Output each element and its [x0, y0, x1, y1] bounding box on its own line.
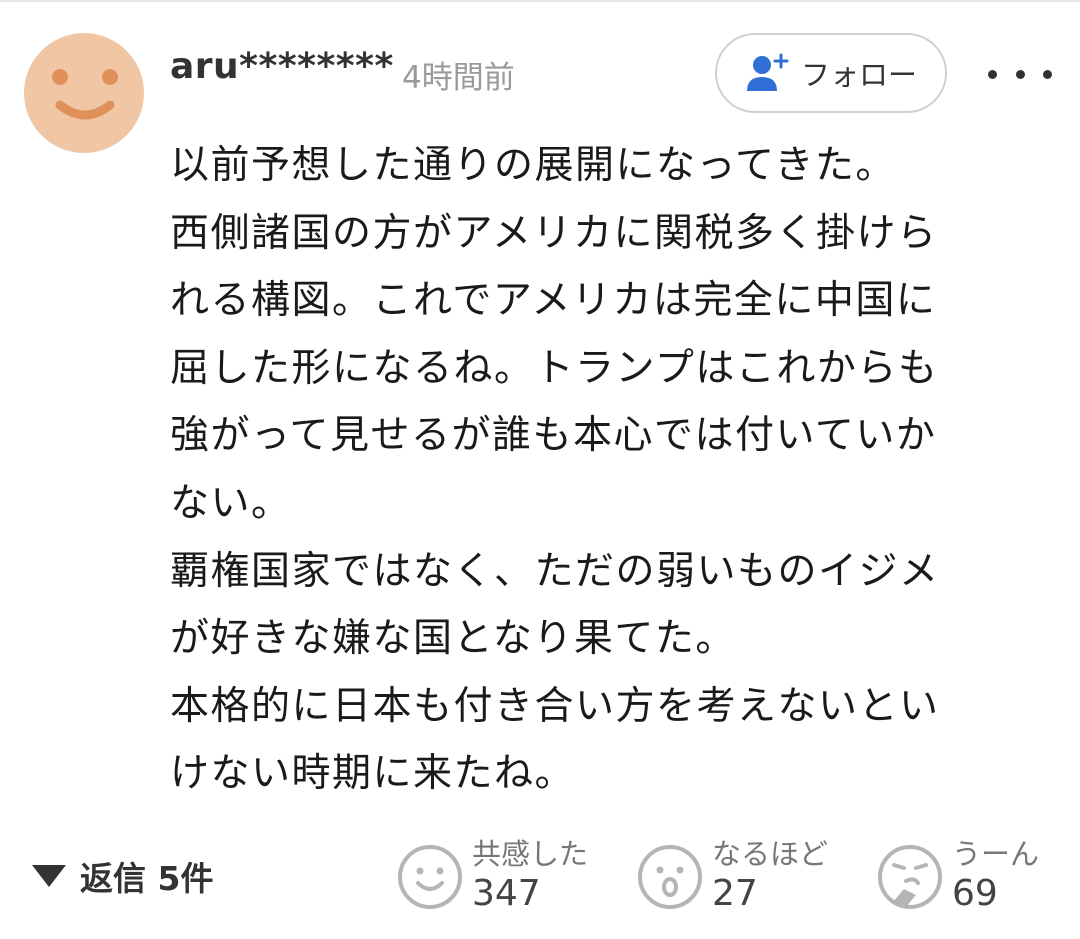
surprised-face-icon [638, 845, 702, 909]
more-dot-icon [1015, 69, 1025, 79]
reaction-label: 共感した [472, 837, 589, 871]
comment-line: 西側諸国の方がアメリカに関税多く掛けら [170, 210, 938, 256]
top-divider [0, 0, 1080, 8]
comment-line: けない時期に来たね。 [170, 751, 576, 797]
reaction-count: 347 [472, 873, 541, 914]
comment-line: 本格的に日本も付き合い方を考えないとい [170, 683, 940, 729]
timestamp: 4時間前 [402, 60, 515, 96]
more-dot-icon [1043, 69, 1052, 79]
comment-line: 以前予想した通りの展開になってきた。 [170, 143, 896, 188]
reaction-label: なるほど [712, 837, 829, 871]
smiley-avatar-icon [52, 69, 118, 120]
replies-toggle-button[interactable]: 返信 5件 [32, 852, 213, 900]
smile-face-icon [398, 845, 462, 909]
reaction-count: 27 [712, 873, 758, 914]
avatar[interactable] [24, 33, 144, 153]
reaction-empathize-button[interactable]: 共感した 347 [396, 832, 588, 922]
comment-line: 屈した形になるね。トランプはこれからも [170, 345, 939, 391]
username[interactable]: aru******** [170, 46, 394, 87]
reaction-count: 69 [952, 873, 998, 914]
more-options-button[interactable] [988, 58, 1052, 90]
caret-down-icon [32, 865, 66, 887]
follow-button[interactable]: フォロー [715, 33, 947, 113]
reaction-hmm-button[interactable]: うーん 69 [876, 832, 1039, 922]
comment-line: れる構図。これでアメリカは完全に中国に [170, 278, 937, 324]
reaction-label: うーん [952, 837, 1040, 871]
follow-button-label: フォロー [800, 58, 917, 92]
comment-line: が好きな嫌な国となり果てた。 [170, 616, 736, 662]
comment-line: 強がって見せるが誰も本心では付いていか [170, 413, 937, 459]
replies-count-label: 返信 5件 [80, 859, 214, 898]
add-user-icon [746, 53, 789, 91]
comment-body: 以前予想した通りの展開になってきた。 西側諸国の方がアメリカに関税多く掛けら れ… [170, 132, 1040, 808]
reaction-insightful-button[interactable]: なるほど 27 [636, 832, 828, 922]
comment-line: 覇権国家ではなく、ただの弱いものイジメ [170, 548, 940, 594]
more-dot-icon [988, 69, 997, 79]
thinking-face-icon [878, 845, 942, 909]
comment-line: ない。 [170, 480, 292, 526]
